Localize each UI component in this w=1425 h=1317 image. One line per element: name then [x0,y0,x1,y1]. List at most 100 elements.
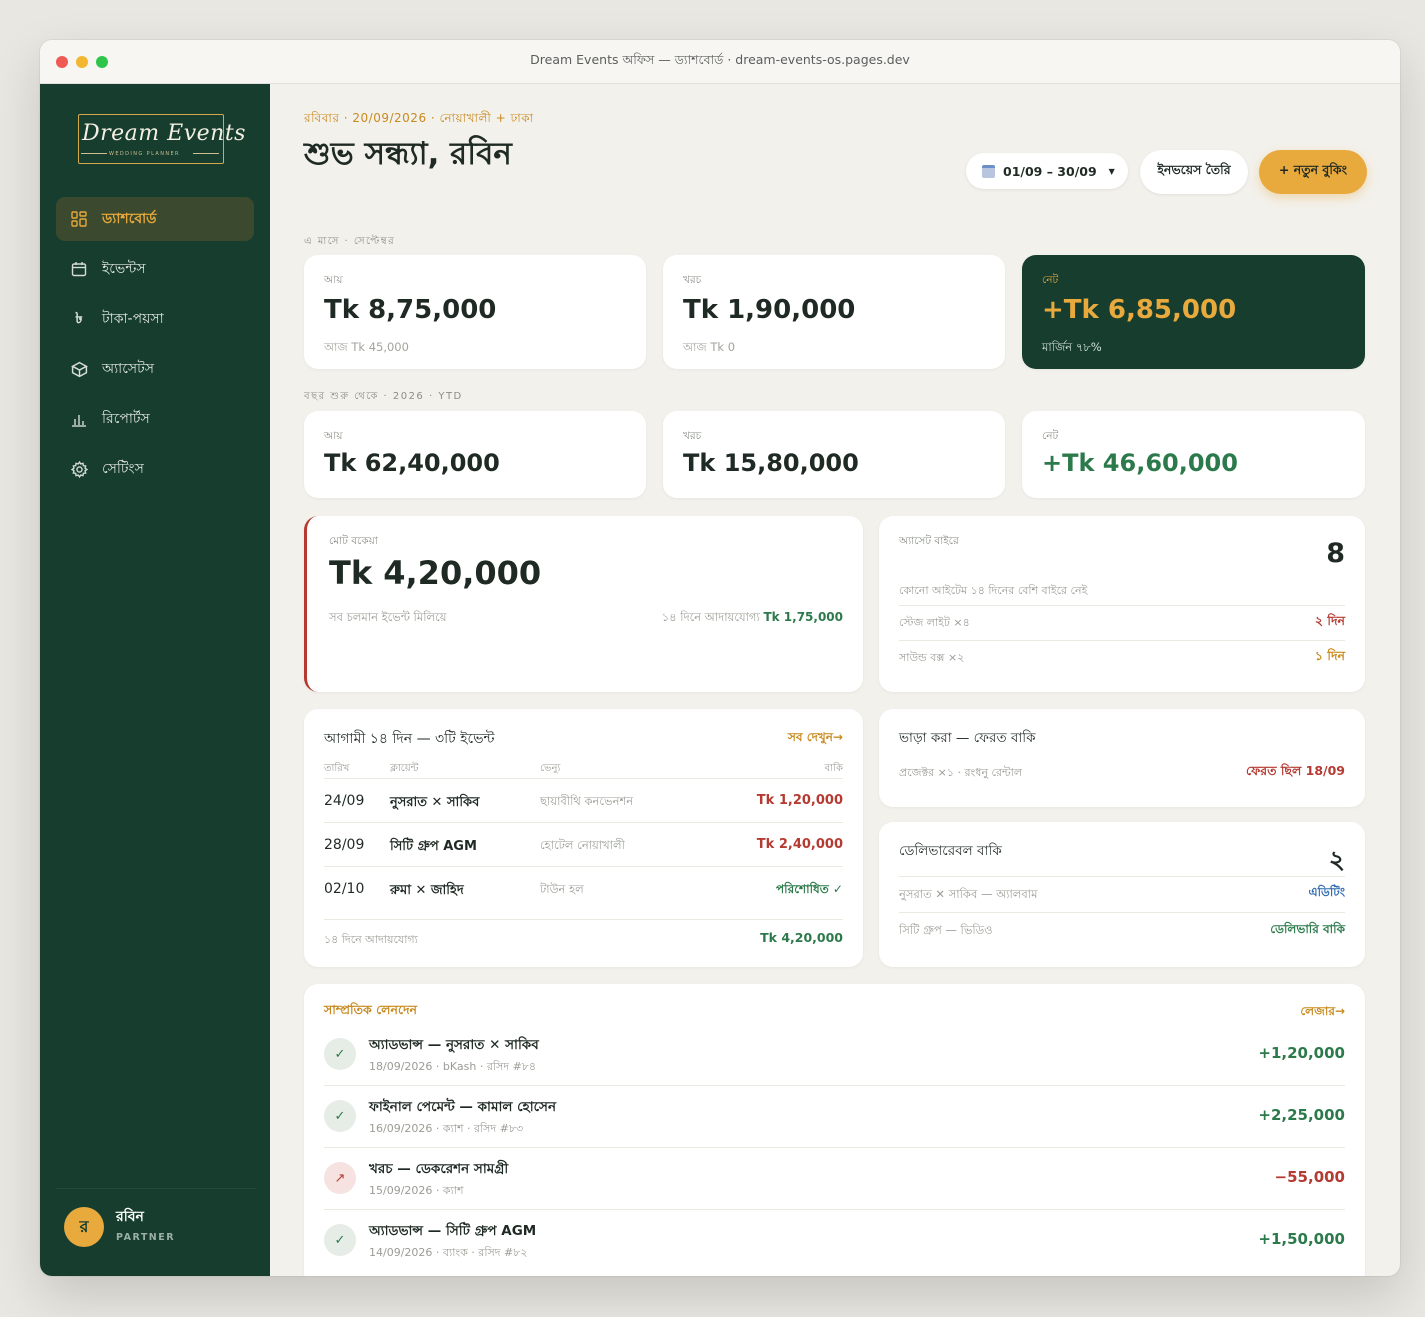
divider [899,876,1345,877]
transactions-title: সাম্প্রতিক লেনদেন [324,1002,417,1017]
transaction-amount: −55,000 [1274,1168,1345,1186]
user-role: PARTNER [116,1232,176,1243]
event-venue: ছায়াবীথি কনভেনশন [540,794,634,808]
outstanding-card[interactable]: মোট বকেয়া Tk 4,20,000 সব চলমান ইভেন্ট ম… [304,516,863,692]
calendar-icon [70,260,88,278]
stat-label: খরচ [683,274,702,286]
stat-label: আয় [324,274,343,286]
arrow-up-right-icon: ↗ [324,1162,356,1194]
table-row[interactable]: 02/10 রুমা ✕ জাহিদ টাউন হল পরিশোধিত ✓ [324,866,843,910]
sidebar-item-money[interactable]: ৳ টাকা-পয়সা [56,297,254,341]
transaction-title: অ্যাডভান্স — নুসরাত ✕ সাকিব [369,1037,539,1053]
event-due: Tk 2,40,000 [756,837,843,852]
divider [899,912,1345,913]
gear-icon [70,460,88,478]
taka-icon: ৳ [75,308,83,327]
brand-logo[interactable]: Dream Events WEDDING PLANNER [78,114,245,164]
due-note-label: ১৪ দিনে আদায়যোগ্য [661,610,760,624]
date-range-picker[interactable]: 01/09 – 30/09 ▼ [966,153,1128,189]
sidebar-item-label: সেটিংস [102,461,144,477]
stat-value: +Tk 6,85,000 [1042,295,1237,325]
list-item[interactable]: ↗ খরচ — ডেকরেশন সামগ্রী 15/09/2026 · ক্য… [324,1148,1345,1210]
stat-value: Tk 15,80,000 [683,449,859,477]
stat-sub: আজ Tk 45,000 [324,340,409,354]
see-all-link[interactable]: সব দেখুন→ [788,729,843,749]
user-name: রবিন [116,1209,144,1225]
sidebar-item-label: টাকা-পয়সা [102,311,164,327]
table-row[interactable]: 28/09 সিটি গ্রুপ AGM হোটেল নোয়াখালী Tk … [324,822,843,866]
browser-window: Dream Events অফিস — ড্যাশবোর্ড · dream-e… [40,40,1400,1276]
event-client: নুসরাত ✕ সাকিব [390,795,480,810]
ledger-link[interactable]: লেজার→ [1300,1003,1345,1023]
minimize-window-button[interactable] [76,56,88,68]
check-icon: ✓ [324,1038,356,1070]
table-row[interactable]: 24/09 নুসরাত ✕ সাকিব ছায়াবীথি কনভেনশন T… [324,778,843,822]
asset-item-days: ২ দিন [1314,613,1345,628]
event-due: পরিশোধিত ✓ [776,882,843,896]
sidebar-item-assets[interactable]: অ্যাসেটস [56,347,254,391]
event-client: রুমা ✕ জাহিদ [390,883,464,898]
rental-item: প্রজেক্টর ×১ · রংধনু রেন্টাল [899,766,1023,779]
stat-label: নেট [1042,274,1059,286]
logo-subtitle: WEDDING PLANNER [109,151,180,157]
transaction-title: ফাইনাল পেমেন্ট — কামাল হোসেন [369,1099,557,1115]
due-note-amount: Tk 1,75,000 [763,610,843,624]
sidebar: Dream Events WEDDING PLANNER ড্যাশবোর্ড … [40,84,270,1276]
column-header: তারিখ [324,763,350,774]
list-item[interactable]: ✓ অ্যাডভান্স — সিটি গ্রুপ AGM 14/09/2026… [324,1210,1345,1272]
stat-value: Tk 8,75,000 [324,295,497,325]
stat-label: খরচ [683,430,702,442]
sidebar-item-events[interactable]: ইভেন্টস [56,247,254,291]
ytd-net-card: নেট +Tk 46,60,000 [1022,411,1365,498]
transaction-meta: 15/09/2026 · ক্যাশ [369,1184,464,1197]
check-icon: ✓ [324,1224,356,1256]
sidebar-item-reports[interactable]: রিপোর্টস [56,397,254,441]
upcoming-events-card: আগামী ১৪ দিন — ৩টি ইভেন্ট সব দেখুন→ তারি… [304,709,863,967]
stat-value: Tk 62,40,000 [324,449,500,477]
stat-value: Tk 1,90,000 [683,295,856,325]
list-item[interactable]: ✓ ফাইনাল পেমেন্ট — কামাল হোসেন 16/09/202… [324,1086,1345,1148]
avatar: র [64,1207,104,1247]
column-header: বাকি [824,763,843,774]
recent-transactions-card: সাম্প্রতিক লেনদেন লেজার→ ✓ অ্যাডভান্স — … [304,984,1365,1276]
sidebar-item-label: ইভেন্টস [102,261,146,277]
sidebar-item-label: অ্যাসেটস [102,361,154,377]
stat-sub: মার্জিন ৭৮% [1042,340,1102,354]
event-venue: টাউন হল [540,882,584,896]
deliverables-title: ডেলিভারেবল বাকি [899,843,1002,859]
list-item[interactable]: ✓ অ্যাডভান্স — নুসরাত ✕ সাকিব 18/09/2026… [324,1024,1345,1086]
assets-out-note: কোনো আইটেম ১৪ দিনের বেশি বাইরে নেই [899,584,1088,597]
event-date: 28/09 [324,837,365,853]
sidebar-item-dashboard[interactable]: ড্যাশবোর্ড [56,197,254,241]
title-bar: Dream Events অফিস — ড্যাশবোর্ড · dream-e… [40,40,1400,84]
month-expense-card: খরচ Tk 1,90,000 আজ Tk 0 [663,255,1005,369]
assets-out-card[interactable]: অ্যাসেট বাইরে 8 কোনো আইটেম ১৪ দিনের বেশি… [879,516,1365,692]
event-client: সিটি গ্রুপ AGM [390,839,477,854]
logo-text: Dream Events [82,121,246,146]
window-title: Dream Events অফিস — ড্যাশবোর্ড · dream-e… [530,51,910,67]
sidebar-item-settings[interactable]: সেটিংস [56,447,254,491]
check-icon: ✓ [324,1100,356,1132]
transaction-meta: 16/09/2026 · ক্যাশ · রসিদ #৮৩ [369,1122,524,1135]
main-content: রবিবার · 20/09/2026 · নোয়াখালী + ঢাকা শ… [270,84,1400,1276]
deliverable-status: ডেলিভারি বাকি [1270,922,1345,936]
transaction-meta: 18/09/2026 · bKash · রসিদ #৮৪ [369,1060,537,1073]
transaction-title: অ্যাডভান্স — সিটি গ্রুপ AGM [369,1223,537,1239]
close-window-button[interactable] [56,56,68,68]
create-invoice-button[interactable]: ইনভয়েস তৈরি [1140,150,1248,194]
sidebar-item-label: রিপোর্টস [102,411,150,427]
transaction-meta: 14/09/2026 · ব্যাংক · রসিদ #৮২ [369,1246,528,1259]
new-booking-button[interactable]: + নতুন বুকিং [1259,150,1367,194]
asset-item-name: সাউন্ড বক্স ×২ [899,651,965,664]
deliverables-card[interactable]: ডেলিভারেবল বাকি ২ নুসরাত ✕ সাকিব — অ্যাল… [879,822,1365,967]
maximize-window-button[interactable] [96,56,108,68]
user-profile[interactable]: র রবিন PARTNER [56,1188,256,1276]
bar-chart-icon [70,410,88,428]
rentals-title: ভাড়া করা — ফেরত বাকি [899,730,1036,746]
grid-icon [70,210,88,228]
stat-label: আয় [324,430,343,442]
date-range-value: 01/09 – 30/09 [1003,163,1097,179]
rentals-card[interactable]: ভাড়া করা — ফেরত বাকি প্রজেক্টর ×১ · রংধ… [879,709,1365,807]
event-due: Tk 1,20,000 [756,793,843,808]
month-income-card: আয় Tk 8,75,000 আজ Tk 45,000 [304,255,646,369]
